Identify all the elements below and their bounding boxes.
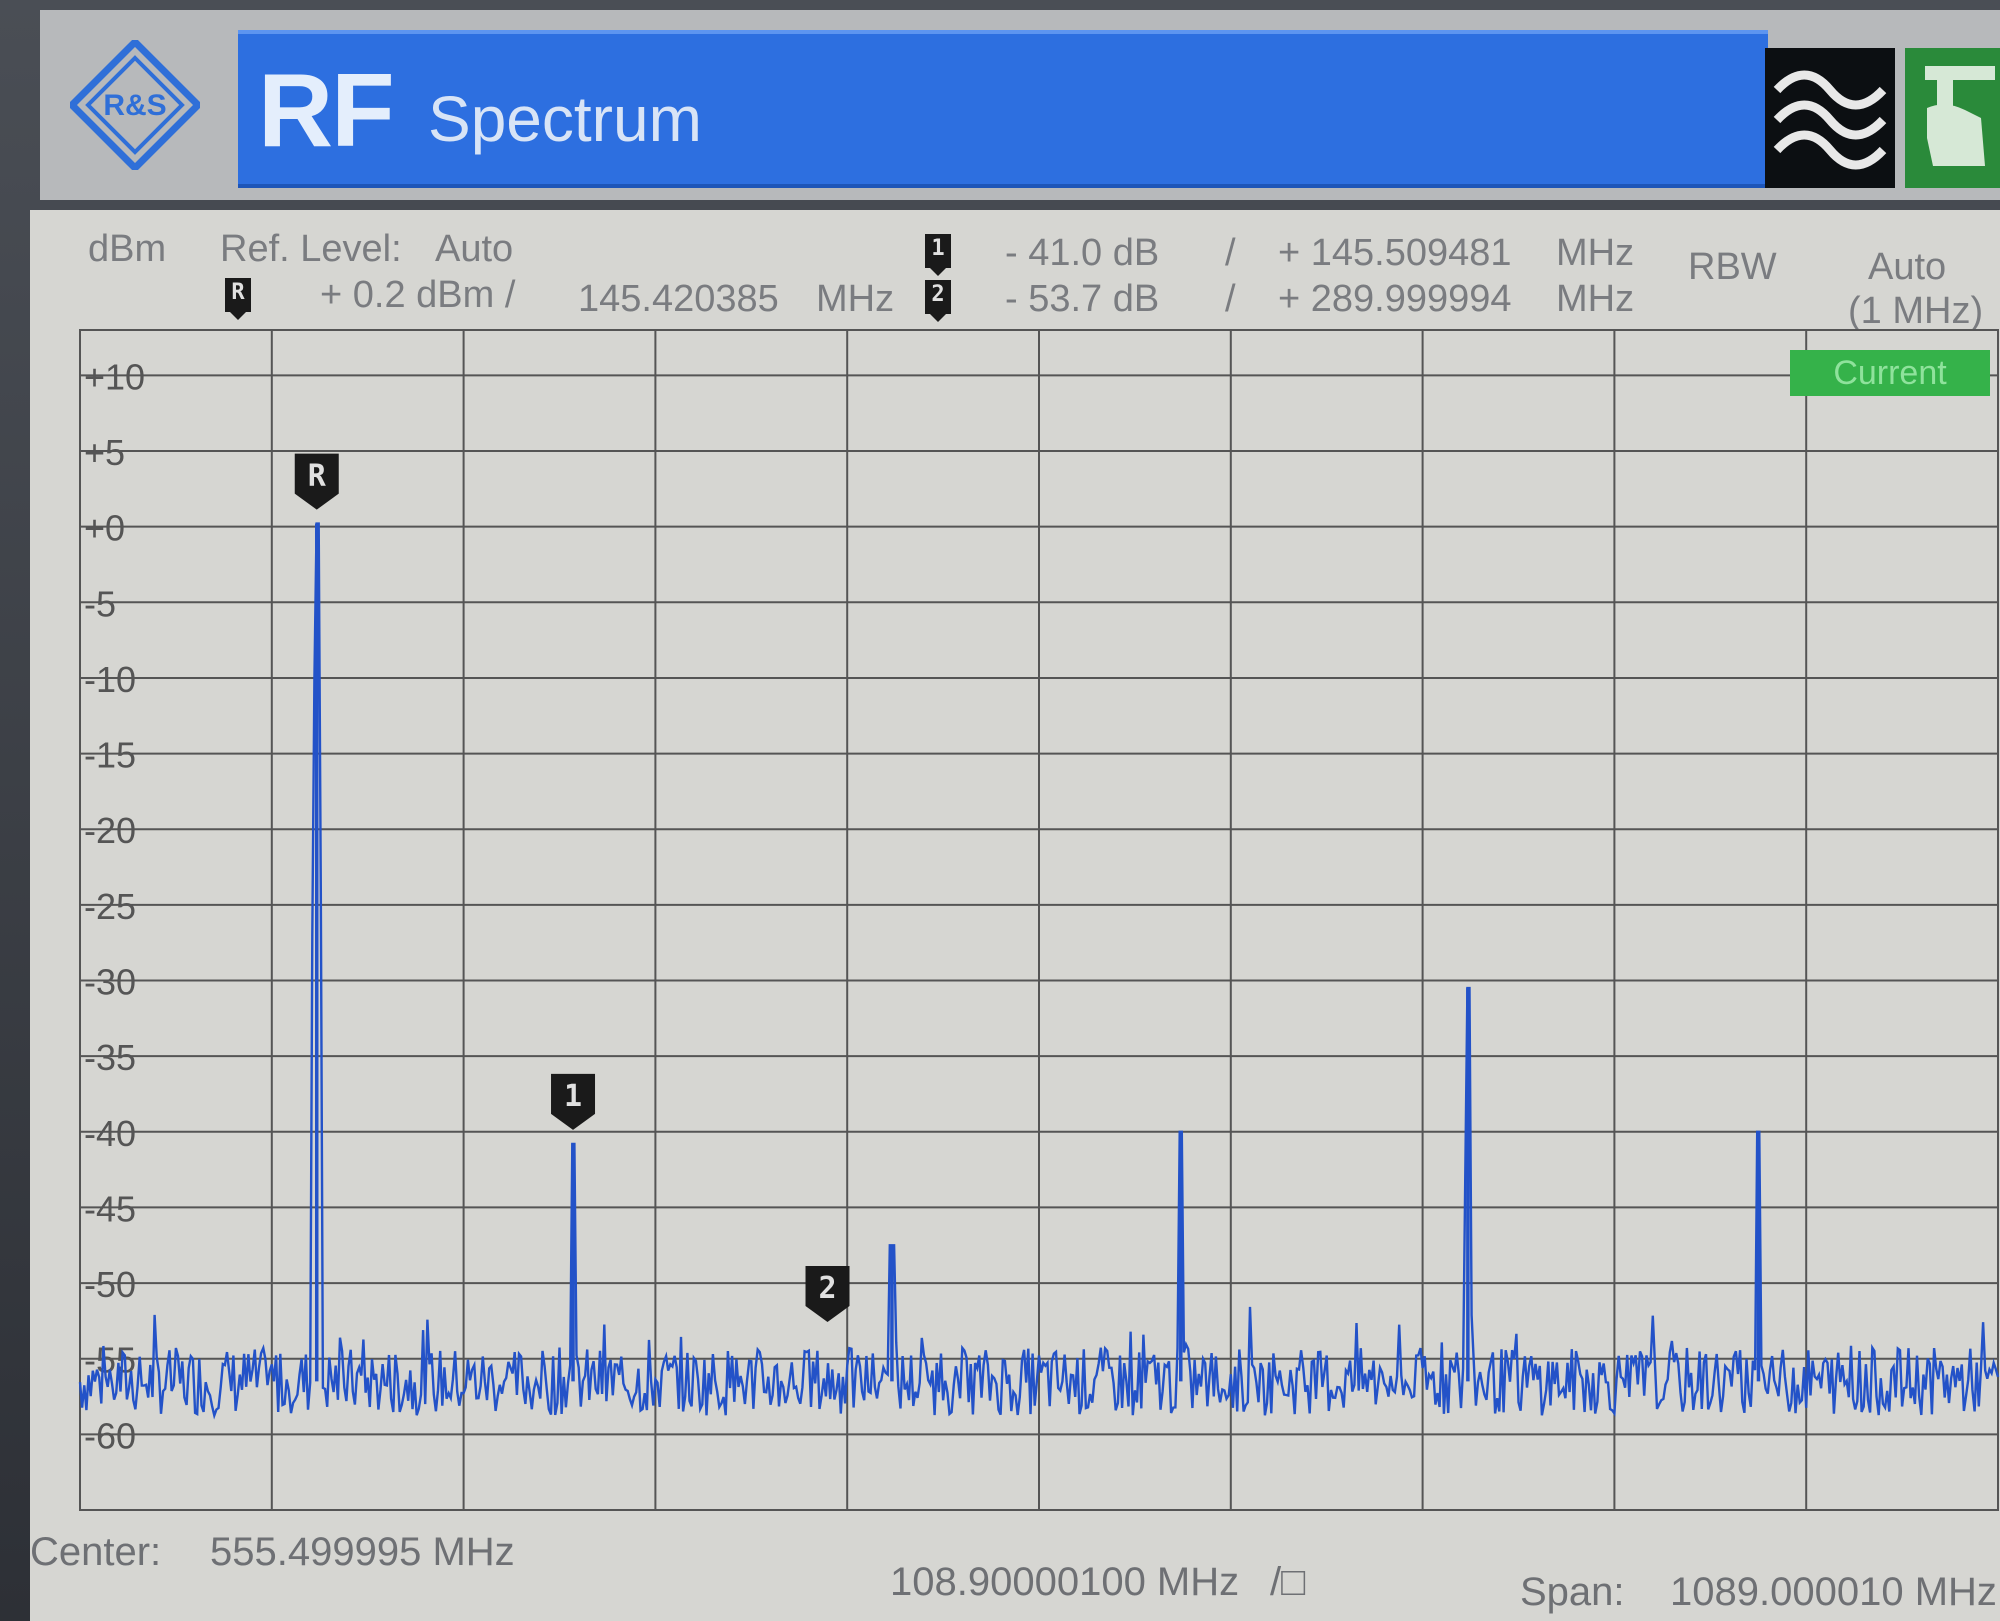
y-tick-label: -30 [84,962,136,1003]
div-value: 108.90000100 MHz [890,1560,1240,1604]
app-title: RF [258,53,395,169]
y-tick-label: -35 [84,1037,136,1078]
div-unit: /□ [1270,1560,1306,1604]
wave-mode-icon[interactable] [1765,48,1895,188]
y-tick-label: -10 [84,659,136,700]
y-tick-label: -15 [84,735,136,776]
y-tick-label: -45 [84,1188,136,1229]
span-value: 1089.000010 MHz [1670,1570,1997,1614]
center-label: Center: [30,1530,162,1574]
marker-label: R [308,459,327,494]
y-tick-label: +10 [84,356,145,397]
marker-label: 1 [564,1079,582,1114]
spectrum-plot[interactable]: +10+5+0-5-10-15-20-25-30-35-40-45-50-55-… [30,210,2000,1621]
y-tick-label: -5 [84,583,116,624]
y-tick-label: -40 [84,1113,136,1154]
marker-label: 2 [818,1271,836,1306]
y-tick-label: -60 [84,1415,136,1456]
spectrum-screen: dBm Ref. Level: Auto R + 0.2 dBm / 145.4… [30,210,2000,1621]
span-label: Span: [1520,1570,1625,1614]
y-tick-label: -50 [84,1264,136,1305]
rs-logo-icon: R&S [70,40,200,170]
app-subtitle: Spectrum [428,83,702,155]
y-tick-label: -20 [84,810,136,851]
y-tick-label: -25 [84,886,136,927]
y-tick-label: +0 [84,508,125,549]
y-tick-label: +5 [84,432,125,473]
current-trace-badge[interactable]: Current [1790,350,1990,396]
title-bar: RF Spectrum [238,30,1768,188]
logo-text: R&S [103,89,166,122]
touch-hand-icon[interactable] [1905,48,2000,188]
center-value: 555.499995 MHz [210,1530,515,1574]
